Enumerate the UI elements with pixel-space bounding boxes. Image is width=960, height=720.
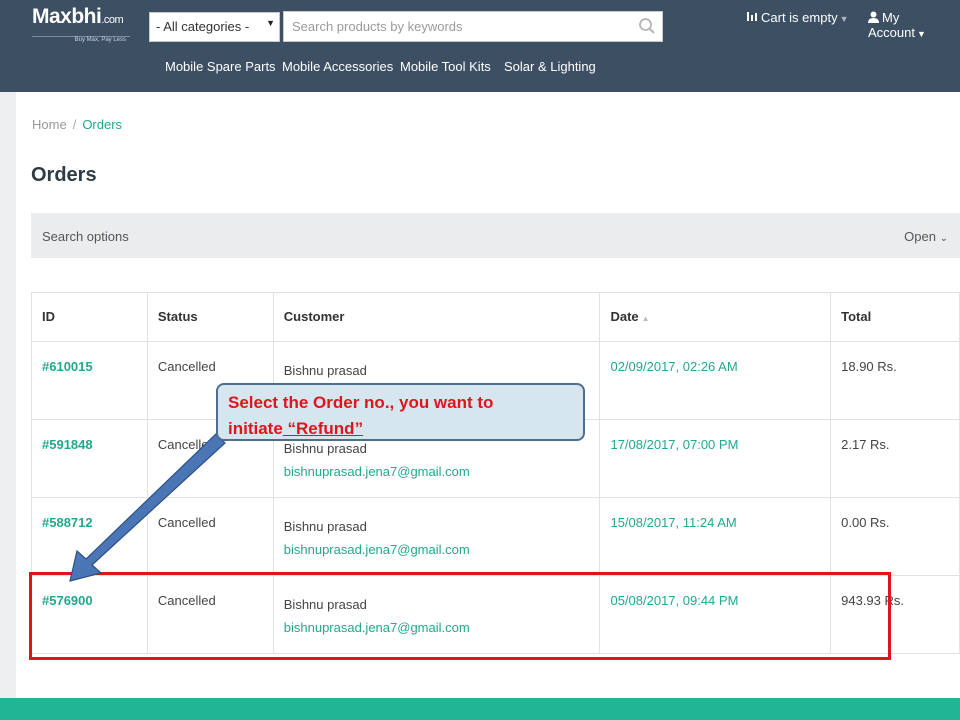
column-header-customer[interactable]: Customer bbox=[273, 292, 601, 342]
caret-down-icon: ▼ bbox=[839, 14, 849, 24]
order-date: 02/09/2017, 02:26 AM bbox=[599, 341, 832, 420]
logo-tagline: Buy Max, Pay Less bbox=[74, 37, 126, 43]
search-options-label: Search options bbox=[42, 229, 129, 244]
search-box bbox=[283, 11, 663, 42]
user-icon bbox=[868, 11, 879, 23]
chevron-down-icon: ⌄ bbox=[939, 233, 948, 244]
order-id-link[interactable]: #588712 bbox=[31, 497, 148, 576]
breadcrumb-orders[interactable]: Orders bbox=[82, 117, 122, 132]
sort-ascending-icon: ▲ bbox=[641, 314, 650, 323]
nav-solar-lighting[interactable]: Solar & Lighting bbox=[504, 59, 596, 74]
callout-emphasis: “Refund” bbox=[282, 419, 364, 438]
search-icon[interactable] bbox=[638, 17, 656, 35]
callout-line-2: initiate “Refund” bbox=[228, 416, 573, 442]
cart-dropdown[interactable]: Cart is empty ▼ bbox=[746, 10, 849, 25]
callout-line-1: Select the Order no., you want to bbox=[228, 393, 494, 412]
callout-line-2-prefix: initiate bbox=[228, 419, 283, 438]
instruction-callout: Select the Order no., you want to initia… bbox=[216, 383, 585, 441]
customer-name: Bishnu prasad bbox=[283, 519, 367, 534]
customer-email[interactable]: bishnuprasad.jena7@gmail.com bbox=[284, 542, 590, 557]
order-id-link[interactable]: #610015 bbox=[31, 341, 148, 420]
category-select-value: - All categories - bbox=[156, 19, 250, 34]
logo-suffix: .com bbox=[101, 14, 124, 26]
breadcrumb-home[interactable]: Home bbox=[32, 117, 67, 132]
nav-mobile-spare-parts[interactable]: Mobile Spare Parts bbox=[165, 59, 276, 74]
highlight-box bbox=[29, 572, 891, 660]
site-logo[interactable]: Maxbhi.com Buy Max, Pay Less bbox=[32, 5, 130, 43]
search-input[interactable] bbox=[284, 12, 624, 41]
left-gutter bbox=[0, 92, 16, 698]
page-title: Orders bbox=[31, 164, 97, 186]
customer-email[interactable]: bishnuprasad.jena7@gmail.com bbox=[284, 464, 590, 479]
dropdown-arrow-icon: ▼ bbox=[266, 18, 275, 28]
customer-name: Bishnu prasad bbox=[283, 363, 367, 378]
order-total: 18.90 Rs. bbox=[830, 341, 960, 420]
customer-name: Bishnu prasad bbox=[283, 441, 367, 456]
order-date: 15/08/2017, 11:24 AM bbox=[599, 497, 832, 576]
column-header-total[interactable]: Total bbox=[830, 292, 960, 342]
order-total: 0.00 Rs. bbox=[830, 497, 960, 576]
caret-down-icon: ▼ bbox=[916, 29, 926, 39]
nav-mobile-tool-kits[interactable]: Mobile Tool Kits bbox=[400, 59, 491, 74]
table-row[interactable]: #588712 Cancelled Bishnu prasad bishnupra… bbox=[31, 497, 960, 576]
column-header-date-label: Date bbox=[610, 309, 639, 324]
breadcrumb: Home / Orders bbox=[32, 117, 122, 132]
order-id-link[interactable]: #591848 bbox=[31, 419, 148, 498]
order-date: 17/08/2017, 07:00 PM bbox=[599, 419, 832, 498]
logo-name: Maxbhi bbox=[32, 5, 102, 28]
search-options-open-label: Open bbox=[904, 229, 936, 244]
account-dropdown[interactable]: My Account ▼ bbox=[868, 10, 960, 40]
cart-label: Cart is empty bbox=[761, 10, 838, 25]
order-status: Cancelled bbox=[147, 497, 274, 576]
column-header-status[interactable]: Status bbox=[147, 292, 274, 342]
search-options-toggle[interactable]: Open ⌄ bbox=[904, 229, 948, 244]
category-select[interactable]: - All categories - ▼ bbox=[149, 12, 280, 42]
nav-mobile-accessories[interactable]: Mobile Accessories bbox=[282, 59, 393, 74]
search-options-bar[interactable]: Search options Open ⌄ bbox=[31, 213, 960, 258]
column-header-id[interactable]: ID bbox=[31, 292, 148, 342]
site-header: Maxbhi.com Buy Max, Pay Less - All categ… bbox=[0, 0, 960, 92]
order-customer: Bishnu prasad bishnuprasad.jena7@gmail.co… bbox=[273, 497, 601, 576]
cart-icon bbox=[747, 12, 757, 21]
order-total: 2.17 Rs. bbox=[830, 419, 960, 498]
footer-bar bbox=[0, 698, 960, 720]
table-header-row: ID Status Customer Date ▲ Total bbox=[31, 292, 960, 342]
breadcrumb-separator: / bbox=[72, 117, 77, 132]
column-header-date[interactable]: Date ▲ bbox=[599, 292, 832, 342]
